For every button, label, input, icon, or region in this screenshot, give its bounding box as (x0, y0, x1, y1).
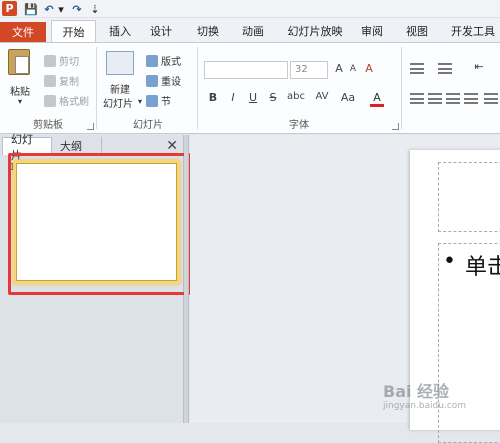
group-divider (197, 47, 198, 129)
layout-button[interactable]: 版式 (146, 53, 181, 68)
clipboard-launcher-icon[interactable] (87, 123, 94, 130)
char-spacing-button[interactable]: AV (312, 91, 332, 102)
italic-button[interactable]: I (226, 91, 240, 104)
watermark-url: jingyan.baidu.com (383, 401, 467, 411)
paste-dropdown-icon[interactable]: ▾ (18, 97, 22, 106)
ribbon: 粘贴 ▾ 剪切 复制 格式刷 剪贴板 新建 幻灯片 ▾ 版式 重设 节 幻灯片 … (0, 42, 500, 134)
reset-icon (146, 74, 158, 87)
tab-insert[interactable]: 插入 (104, 20, 136, 42)
font-name-combo[interactable] (204, 61, 288, 79)
annotation-highlight-box (8, 153, 191, 295)
group-divider (401, 47, 402, 129)
tab-review[interactable]: 审阅 (357, 20, 387, 42)
numbering-icon[interactable] (438, 63, 452, 74)
align-center-icon[interactable] (428, 93, 442, 104)
tab-developer[interactable]: 开发工具 (447, 20, 499, 42)
save-icon[interactable]: 💾 (24, 1, 38, 17)
new-slide-icon[interactable] (106, 51, 134, 75)
copy-label: 复制 (59, 77, 79, 88)
scissors-icon (44, 54, 56, 67)
watermark: Bai 经验 jingyan.baidu.com (383, 378, 473, 418)
justify-icon[interactable] (464, 93, 478, 104)
reset-label: 重设 (161, 77, 181, 88)
tab-slideshow[interactable]: 幻灯片放映 (283, 20, 347, 42)
paste-button[interactable]: 粘贴 (10, 83, 30, 98)
underline-button[interactable]: U (246, 91, 260, 104)
clipboard-group-label: 剪贴板 (33, 120, 63, 131)
cut-label: 剪切 (59, 57, 79, 68)
bullet-glyph: • (443, 249, 456, 274)
text-shadow-button[interactable]: abc (286, 91, 306, 102)
section-icon (146, 94, 158, 107)
bullets-icon[interactable] (410, 63, 424, 74)
tab-home[interactable]: 开始 (51, 20, 96, 43)
undo-dropdown-icon[interactable]: ▾ (57, 1, 65, 17)
redo-icon[interactable]: ↷ (70, 1, 84, 17)
new-slide-label-1[interactable]: 新建 (110, 81, 130, 96)
placeholder-text: 单击 (465, 255, 500, 280)
tab-file[interactable]: 文件 (0, 22, 46, 42)
app-logo[interactable]: P (2, 1, 17, 16)
copy-icon (44, 74, 56, 87)
tab-view[interactable]: 视图 (402, 20, 432, 42)
font-launcher-icon[interactable] (392, 123, 399, 130)
brush-icon (44, 94, 56, 107)
paste-icon[interactable] (8, 49, 34, 75)
decrease-indent-icon[interactable]: ⇤ (472, 60, 486, 73)
strikethrough-button[interactable]: S (266, 91, 280, 104)
watermark-brand: Bai 经验 (383, 382, 450, 401)
font-color-button[interactable]: A (370, 91, 384, 107)
layout-label: 版式 (161, 57, 181, 68)
font-size-combo[interactable]: 32 (290, 61, 328, 79)
tab-transitions[interactable]: 切换 (192, 20, 224, 42)
section-button[interactable]: 节 (146, 93, 171, 108)
columns-icon[interactable] (484, 93, 498, 104)
panel-splitter[interactable] (184, 135, 189, 423)
slides-group-label: 幻灯片 (133, 120, 163, 131)
new-slide-dropdown-icon[interactable]: ▾ (138, 97, 142, 106)
title-placeholder[interactable] (438, 162, 500, 232)
font-size-value: 32 (295, 64, 308, 75)
quick-access-toolbar: P 💾 ↶ ▾ ↷ ⇣ (0, 0, 500, 18)
new-slide-label-2[interactable]: 幻灯片 (103, 95, 133, 110)
group-divider (96, 47, 97, 129)
customize-qat-icon[interactable]: ⇣ (90, 1, 100, 17)
tab-animations[interactable]: 动画 (237, 20, 269, 42)
grow-font-button[interactable]: A (332, 62, 346, 75)
clear-format-button[interactable]: A (362, 62, 376, 75)
undo-icon[interactable]: ↶ (42, 1, 56, 17)
close-icon[interactable]: ✕ (166, 138, 178, 154)
tab-design[interactable]: 设计 (145, 20, 177, 42)
layout-icon (146, 54, 158, 67)
shrink-font-button[interactable]: A (346, 64, 360, 74)
change-case-button[interactable]: Aa (338, 91, 358, 104)
cut-button[interactable]: 剪切 (44, 53, 79, 68)
reset-button[interactable]: 重设 (146, 73, 181, 88)
format-painter-button[interactable]: 格式刷 (44, 93, 89, 108)
bold-button[interactable]: B (206, 91, 220, 104)
section-label: 节 (161, 97, 171, 108)
align-right-icon[interactable] (446, 93, 460, 104)
align-left-icon[interactable] (410, 93, 424, 104)
format-painter-label: 格式刷 (59, 97, 89, 108)
font-group-label: 字体 (289, 120, 309, 131)
copy-button[interactable]: 复制 (44, 73, 79, 88)
ribbon-tabs: 文件 开始 插入 设计 切换 动画 幻灯片放映 审阅 视图 开发工具 (0, 18, 500, 43)
